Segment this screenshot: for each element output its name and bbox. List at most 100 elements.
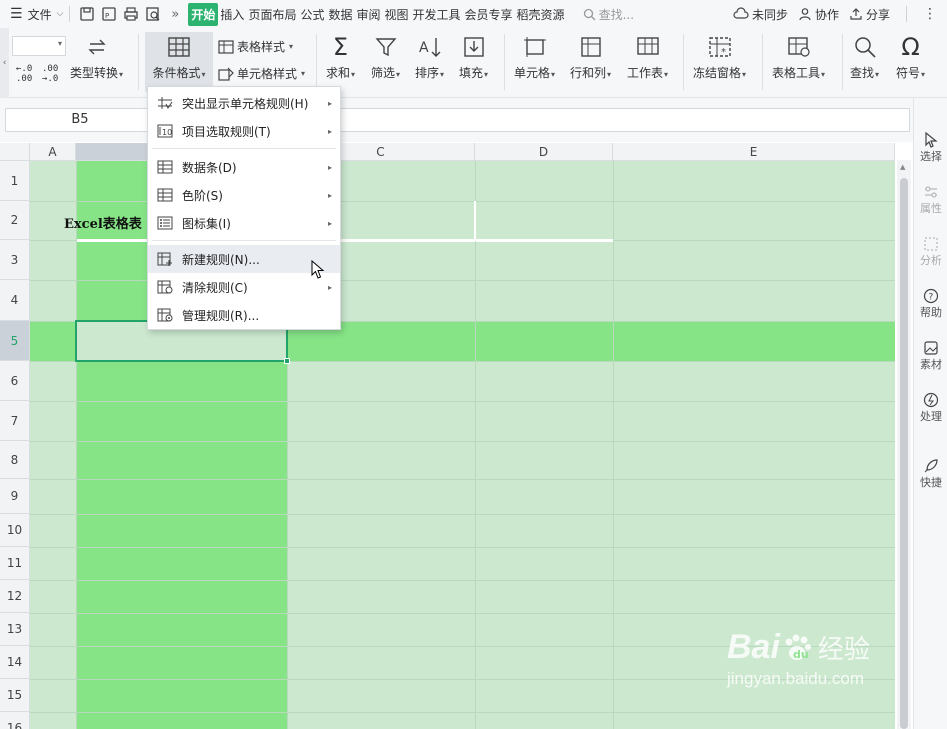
help-button[interactable]: ? 帮助: [914, 288, 947, 320]
fill-button[interactable]: 填充▾: [459, 32, 488, 81]
table-style-button[interactable]: 表格样式 ▾: [218, 38, 293, 55]
menu-item-label: 新建规则(N)...: [182, 252, 260, 267]
select-tool-button[interactable]: 选择: [914, 132, 947, 164]
sync-status-button[interactable]: 未同步: [733, 0, 788, 28]
rocket-icon: [924, 459, 938, 473]
tab-member[interactable]: 会员专享: [463, 6, 515, 23]
export-pdf-icon[interactable]: P: [98, 3, 120, 25]
column-header-d[interactable]: D: [475, 143, 613, 161]
row-header[interactable]: 1: [0, 161, 30, 201]
row-header[interactable]: 10: [0, 514, 30, 547]
print-preview-icon[interactable]: [142, 3, 164, 25]
row-header[interactable]: 6: [0, 361, 30, 401]
conditional-format-menu: 突出显示单元格规则(H) ▸ 10 项目选取规则(T) ▸ 数据条(D) ▸ 色…: [147, 86, 341, 330]
more-options-icon[interactable]: ⋮: [923, 0, 937, 28]
cloud-icon: [733, 7, 749, 19]
ribbon-scroll-left-icon[interactable]: ‹: [0, 28, 9, 98]
user-icon: [799, 8, 811, 21]
more-chevrons-icon[interactable]: »: [164, 3, 186, 25]
row-col-icon: [580, 32, 602, 62]
chevron-down-icon: ▾: [875, 70, 880, 79]
menu-item-top-bottom-rules[interactable]: 10 项目选取规则(T) ▸: [148, 117, 340, 145]
row-header[interactable]: 4: [0, 280, 30, 321]
type-convert-button[interactable]: 类型转换▾: [70, 32, 123, 81]
sort-button[interactable]: A 排序▾: [415, 32, 444, 81]
row-header-selected[interactable]: 5: [0, 321, 30, 361]
increase-decimal-icon[interactable]: ←.0.00: [16, 64, 32, 84]
file-menu[interactable]: ☰ 文件 ⌵: [0, 0, 63, 28]
assets-button[interactable]: 素材: [914, 340, 947, 372]
divider: [842, 34, 843, 90]
search-box[interactable]: 查找...: [583, 6, 634, 23]
menu-item-color-scales[interactable]: 色阶(S) ▸: [148, 181, 340, 209]
tab-view[interactable]: 视图: [383, 6, 411, 23]
number-format-select[interactable]: ▾: [12, 36, 66, 56]
tab-home[interactable]: 开始: [188, 2, 219, 26]
row-header[interactable]: 14: [0, 646, 30, 679]
tab-page-layout[interactable]: 页面布局: [246, 6, 298, 23]
print-icon[interactable]: [120, 3, 142, 25]
tab-developer[interactable]: 开发工具: [411, 6, 463, 23]
ribbon-toolbar: ‹ ▾ ←.0.00 .00 →.0 类型转换▾ 条件格式▾ 表格样式 ▾ 单元格样…: [0, 28, 947, 98]
row-header[interactable]: 15: [0, 679, 30, 712]
process-button[interactable]: 处理: [914, 392, 947, 424]
select-all-corner[interactable]: [0, 143, 30, 161]
watermark-url: jingyan.baidu.com: [727, 669, 865, 688]
row-header[interactable]: 8: [0, 441, 30, 479]
submenu-arrow-icon: ▸: [327, 190, 332, 200]
row-header[interactable]: 2: [0, 201, 30, 240]
tab-docer[interactable]: 稻壳资源: [515, 6, 567, 23]
menu-item-manage-rules[interactable]: 管理规则(R)...: [148, 301, 340, 329]
paw-logo-icon: du: [785, 634, 811, 661]
menu-item-data-bars[interactable]: 数据条(D) ▸: [148, 153, 340, 181]
fill-handle[interactable]: [284, 358, 290, 364]
divider: [906, 6, 907, 22]
fill-label: 填充: [459, 66, 484, 80]
symbol-button[interactable]: Ω 符号▾: [896, 32, 925, 81]
sum-button[interactable]: Σ 求和▾: [326, 32, 355, 81]
row-header[interactable]: 7: [0, 401, 30, 441]
row-header[interactable]: 12: [0, 580, 30, 613]
row-header[interactable]: 9: [0, 479, 30, 514]
tab-insert[interactable]: 插入: [218, 6, 246, 23]
menu-item-highlight-rules[interactable]: 突出显示单元格规则(H) ▸: [148, 89, 340, 117]
menu-item-icon-sets[interactable]: 图标集(I) ▸: [148, 209, 340, 237]
cursor-arrow-icon: [925, 132, 938, 148]
table-tools-button[interactable]: 表格工具▾: [772, 32, 825, 81]
find-button[interactable]: 查找▾: [850, 32, 879, 81]
tab-formulas[interactable]: 公式: [298, 6, 326, 23]
scrollbar-thumb[interactable]: [900, 178, 908, 729]
row-header[interactable]: 11: [0, 547, 30, 580]
collaborate-button[interactable]: 协作: [798, 0, 839, 28]
row-header[interactable]: 3: [0, 240, 30, 280]
freeze-panes-button[interactable]: * 冻结窗格▾: [693, 32, 746, 81]
analysis-button[interactable]: 分析: [914, 236, 947, 268]
filter-label: 筛选: [371, 66, 396, 80]
sheet-button[interactable]: 工作表▾: [627, 32, 668, 81]
save-icon[interactable]: [76, 3, 98, 25]
filter-button[interactable]: 筛选▾: [371, 32, 400, 81]
chevron-down-icon: ⌵: [56, 9, 64, 19]
name-box[interactable]: B5: [5, 108, 155, 132]
share-button[interactable]: 分享: [849, 0, 890, 28]
grid-line: [30, 479, 895, 480]
shortcut-button[interactable]: 快捷: [914, 458, 947, 490]
row-header[interactable]: 16: [0, 712, 30, 729]
omega-icon: Ω: [901, 33, 920, 61]
new-rule-icon: [148, 252, 182, 266]
properties-button[interactable]: 属性: [914, 184, 947, 216]
decrease-decimal-icon[interactable]: .00 →.0: [42, 64, 58, 84]
column-header-e[interactable]: E: [613, 143, 895, 161]
row-header[interactable]: 13: [0, 613, 30, 646]
column-header-a[interactable]: A: [30, 143, 76, 161]
scroll-up-icon[interactable]: ▲: [900, 163, 905, 171]
tab-review[interactable]: 审阅: [354, 6, 382, 23]
vertical-scrollbar[interactable]: ▲: [897, 160, 911, 729]
cell-button[interactable]: 单元格▾: [514, 32, 555, 81]
grid-line: [30, 441, 895, 442]
divider: [762, 34, 763, 90]
cond-format-button[interactable]: 条件格式▾: [145, 32, 213, 92]
cell-style-button[interactable]: 单元格样式 ▾: [218, 65, 305, 82]
row-col-button[interactable]: 行和列▾: [570, 32, 611, 81]
tab-data[interactable]: 数据: [326, 6, 354, 23]
